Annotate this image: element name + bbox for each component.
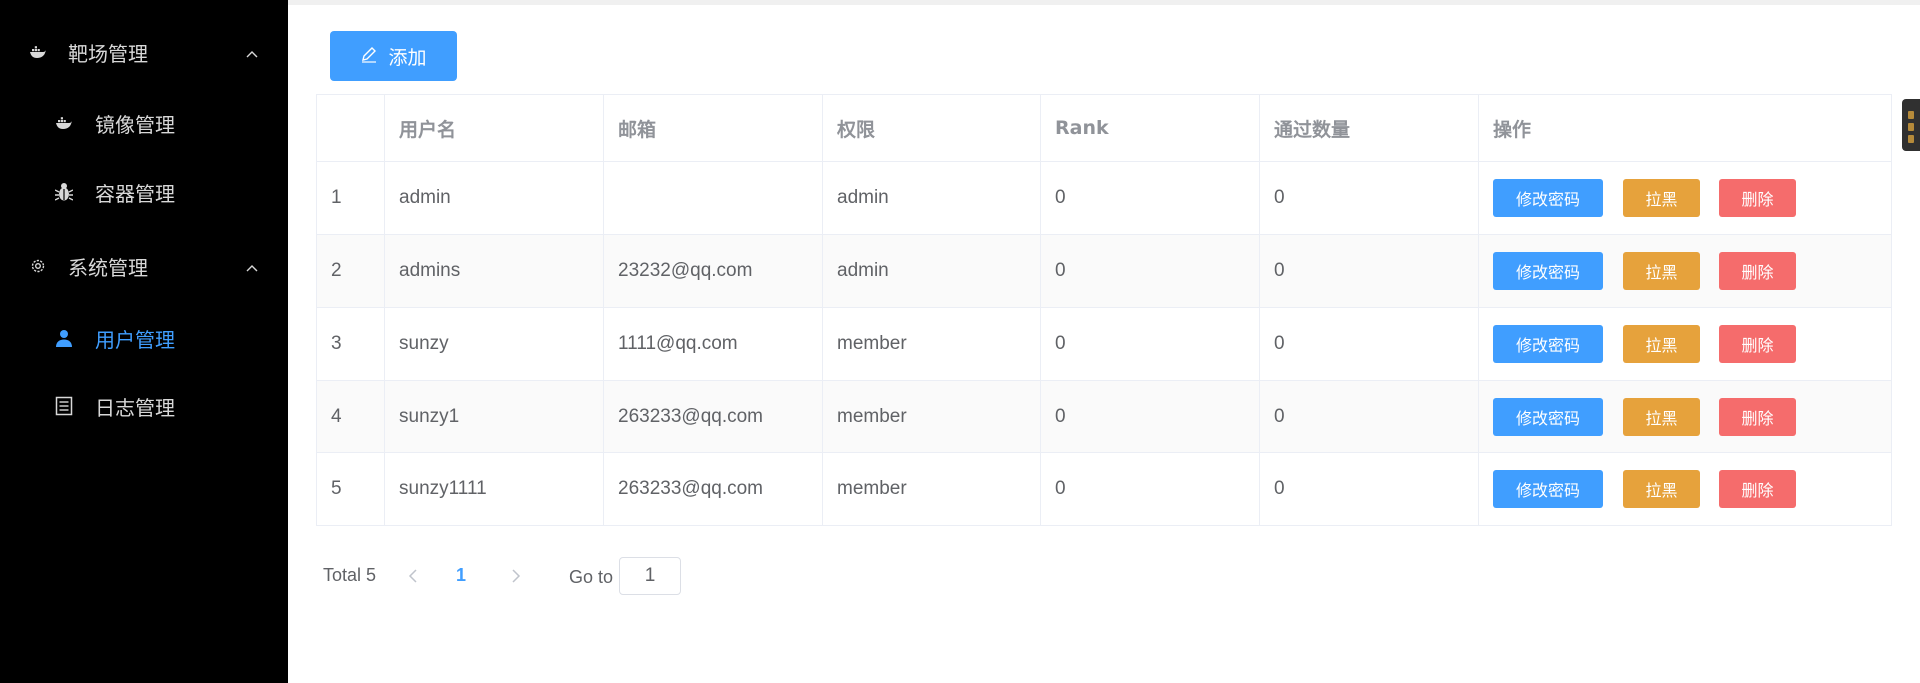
sidebar-item-images[interactable]: 镜像管理 xyxy=(0,101,288,145)
column-header-actions: 操作 xyxy=(1493,118,1532,141)
row-index: 1 xyxy=(317,162,385,234)
user-icon xyxy=(53,327,75,349)
column-header-role: 权限 xyxy=(823,95,1041,161)
edit-password-button[interactable]: 修改密码 xyxy=(1493,470,1603,508)
row-rank: 0 xyxy=(1041,235,1260,307)
sidebar-item-label: 用户管理 xyxy=(95,327,175,352)
delete-button[interactable]: 删除 xyxy=(1719,179,1796,217)
sidebar-item-label: 容器管理 xyxy=(95,181,175,206)
add-button[interactable]: 添加 xyxy=(330,31,457,81)
sidebar-item-label: 日志管理 xyxy=(95,395,175,420)
row-actions: 修改密码 拉黑 删除 xyxy=(1479,162,1891,234)
row-email: 23232@qq.com xyxy=(604,235,823,307)
edit-password-button[interactable]: 修改密码 xyxy=(1493,325,1603,363)
row-rank: 0 xyxy=(1041,453,1260,525)
sidebar: 靶场管理 镜像管理 容器管理 系统管理 用户管理 日志管理 xyxy=(0,0,288,683)
edit-password-button[interactable]: 修改密码 xyxy=(1493,179,1603,217)
row-passed: 0 xyxy=(1260,381,1479,452)
table-row: 2 admins 23232@qq.com admin 0 0 修改密码 拉黑 … xyxy=(317,235,1891,308)
header-divider xyxy=(288,0,1920,5)
row-index: 3 xyxy=(317,308,385,380)
row-actions: 修改密码 拉黑 删除 xyxy=(1479,453,1891,525)
blacklist-button[interactable]: 拉黑 xyxy=(1623,470,1700,508)
users-table: 用户名 邮箱 权限 Rank 通过数量 操作 1 admin admin 0 0… xyxy=(316,94,1892,526)
blacklist-button[interactable]: 拉黑 xyxy=(1623,325,1700,363)
menu-group-system[interactable]: 系统管理 xyxy=(0,246,288,286)
table-row: 3 sunzy 1111@qq.com member 0 0 修改密码 拉黑 删… xyxy=(317,308,1891,381)
row-role: member xyxy=(823,381,1041,452)
delete-button[interactable]: 删除 xyxy=(1719,325,1796,363)
sidebar-item-containers[interactable]: 容器管理 xyxy=(0,170,288,214)
menu-group-label: 系统管理 xyxy=(68,255,148,280)
column-header-username: 用户名 xyxy=(385,95,604,161)
row-index: 5 xyxy=(317,453,385,525)
sidebar-item-logs[interactable]: 日志管理 xyxy=(0,384,288,428)
chevron-up-icon xyxy=(244,44,260,60)
row-username: sunzy1111 xyxy=(385,453,604,525)
column-header-rank: Rank xyxy=(1041,95,1260,161)
row-rank: 0 xyxy=(1041,381,1260,452)
sidebar-item-users[interactable]: 用户管理 xyxy=(0,316,288,360)
document-icon xyxy=(53,395,75,417)
row-email: 1111@qq.com xyxy=(604,308,823,380)
delete-button[interactable]: 删除 xyxy=(1719,397,1796,436)
blacklist-button[interactable]: 拉黑 xyxy=(1623,252,1700,290)
table-header-row: 用户名 邮箱 权限 Rank 通过数量 操作 xyxy=(317,95,1891,162)
row-passed: 0 xyxy=(1260,162,1479,234)
column-header-email: 邮箱 xyxy=(604,95,823,161)
row-email: 263233@qq.com xyxy=(604,453,823,525)
docker-icon xyxy=(28,42,48,62)
row-role: member xyxy=(823,453,1041,525)
row-rank: 0 xyxy=(1041,162,1260,234)
row-role: admin xyxy=(823,235,1041,307)
pagination-page-current[interactable]: 1 xyxy=(456,565,466,586)
row-actions: 修改密码 拉黑 删除 xyxy=(1479,235,1891,307)
row-email: 263233@qq.com xyxy=(604,381,823,452)
pagination-goto-input[interactable] xyxy=(619,557,681,595)
pagination-goto-label: Go to xyxy=(569,567,614,587)
row-username: sunzy xyxy=(385,308,604,380)
row-email xyxy=(604,162,823,234)
row-passed: 0 xyxy=(1260,308,1479,380)
row-passed: 0 xyxy=(1260,235,1479,307)
sidebar-item-label: 镜像管理 xyxy=(95,112,175,137)
row-rank: 0 xyxy=(1041,308,1260,380)
edit-password-button[interactable]: 修改密码 xyxy=(1493,252,1603,290)
chevron-right-icon[interactable] xyxy=(509,566,523,586)
edit-icon xyxy=(360,45,378,68)
pagination-total: Total 5 xyxy=(323,565,377,585)
row-actions: 修改密码 拉黑 删除 xyxy=(1479,381,1891,452)
table-row: 4 sunzy1 263233@qq.com member 0 0 修改密码 拉… xyxy=(317,381,1891,453)
bug-icon xyxy=(53,181,75,203)
column-header-index xyxy=(317,95,385,161)
row-username: admins xyxy=(385,235,604,307)
row-index: 4 xyxy=(317,381,385,452)
row-role: member xyxy=(823,308,1041,380)
edit-password-button[interactable]: 修改密码 xyxy=(1493,397,1603,436)
menu-group-label: 靶场管理 xyxy=(68,41,148,66)
row-username: admin xyxy=(385,162,604,234)
table-row: 5 sunzy1111 263233@qq.com member 0 0 修改密… xyxy=(317,453,1891,525)
side-handle[interactable] xyxy=(1902,99,1920,151)
docker-icon xyxy=(53,112,75,134)
blacklist-button[interactable]: 拉黑 xyxy=(1623,397,1700,436)
row-actions: 修改密码 拉黑 删除 xyxy=(1479,308,1891,380)
row-passed: 0 xyxy=(1260,453,1479,525)
gear-icon xyxy=(28,256,48,276)
menu-group-range[interactable]: 靶场管理 xyxy=(0,32,288,72)
delete-button[interactable]: 删除 xyxy=(1719,252,1796,290)
row-role: admin xyxy=(823,162,1041,234)
row-username: sunzy1 xyxy=(385,381,604,452)
delete-button[interactable]: 删除 xyxy=(1719,470,1796,508)
chevron-up-icon xyxy=(244,258,260,274)
add-button-label: 添加 xyxy=(388,46,427,69)
chevron-left-icon[interactable] xyxy=(406,566,420,586)
table-row: 1 admin admin 0 0 修改密码 拉黑 删除 xyxy=(317,162,1891,235)
blacklist-button[interactable]: 拉黑 xyxy=(1623,179,1700,217)
row-index: 2 xyxy=(317,235,385,307)
column-header-passed: 通过数量 xyxy=(1260,95,1479,161)
